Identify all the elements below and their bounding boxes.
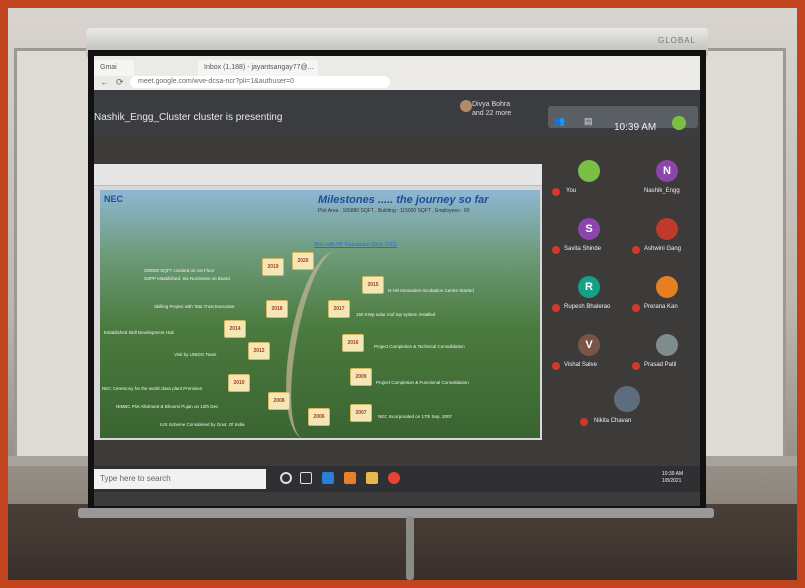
address-bar[interactable]: meet.google.com/wve-dcsa-ncr?pli=1&authu… — [130, 76, 390, 88]
milestone-text: IUS Scheme Considered by Govt. Of India — [160, 422, 245, 427]
screen-brand: GLOBAL — [657, 36, 696, 45]
user-avatar[interactable] — [672, 116, 686, 130]
participant-name: Prasad Patil — [644, 362, 677, 368]
milestone-text: NEC Ceremony for the world class plant P… — [102, 386, 203, 391]
chat-icon[interactable]: ▤ — [584, 116, 593, 127]
viewer-toolbar — [94, 164, 542, 186]
milestone-year: 2006 — [308, 408, 330, 426]
slide-link[interactable]: MoU with HP Foundation (Sept 2023) — [314, 242, 397, 248]
mic-off-icon — [632, 246, 640, 254]
clock-time: 10:39 AM — [662, 471, 684, 477]
participant-name: Rupesh Bhalerao — [564, 304, 611, 310]
participant-name: Ashwini Gang — [644, 246, 682, 252]
tab-inbox[interactable]: Inbox (1,188) - jayantsangay77@... — [198, 60, 318, 76]
shared-screen: NEC Milestones ..... the journey so far … — [94, 164, 542, 440]
projected-desktop: Gmai Inbox (1,188) - jayantsangay77@... … — [94, 56, 700, 506]
milestone-year: 2010 — [228, 374, 250, 392]
task-view-icon[interactable] — [300, 472, 312, 484]
participant-name: Prerana Kan — [644, 304, 678, 310]
milestone-text: Visit by UNIDO Team — [174, 352, 217, 357]
slide-title-left: Milestones ..... — [318, 194, 394, 206]
edge-icon[interactable] — [322, 472, 334, 484]
slide-subtitle: Plot Area : 165880 SQFT , Building : 115… — [318, 208, 470, 214]
milestone-year: 2014 — [224, 320, 246, 338]
milestone-year: 2020 — [292, 252, 314, 270]
milestone-text: 150 KWp solar roof top system installed — [356, 312, 436, 317]
participant-avatar — [656, 334, 678, 356]
presenting-banner: Nashik_Engg_Cluster cluster is presentin… — [94, 112, 283, 123]
participant-avatar — [656, 276, 678, 298]
vlc-icon[interactable] — [344, 472, 356, 484]
folder-icon[interactable] — [366, 472, 378, 484]
people-avatar — [460, 100, 472, 112]
cortana-icon[interactable] — [280, 472, 292, 484]
mic-off-icon — [552, 304, 560, 312]
mic-off-icon — [632, 362, 640, 370]
participant-name: Nashik_Engg — [644, 188, 680, 194]
participant-name: Nikita Chavan — [594, 418, 632, 424]
people-more: and 22 more — [472, 110, 512, 117]
participant-avatar: R — [578, 276, 600, 298]
mic-off-icon — [552, 362, 560, 370]
milestone-year: 2016 — [342, 334, 364, 352]
reload-icon[interactable]: ⟳ — [116, 77, 124, 88]
chrome-icon[interactable] — [388, 472, 400, 484]
mic-off-icon — [632, 304, 640, 312]
people-name: Divya Bohra — [472, 101, 511, 108]
milestone-text: SSPP established. Six Nominees on Board — [144, 276, 230, 281]
clock-date: 1/8/2021 — [662, 478, 682, 484]
milestone-text: NIMBC Plot Allotment & Bhoomi Pujan on 1… — [116, 404, 219, 409]
participant-avatar — [656, 218, 678, 240]
mic-off-icon — [552, 188, 560, 196]
projector-screen: Gmai Inbox (1,188) - jayantsangay77@... … — [88, 50, 706, 512]
screen-bottom-bar — [78, 508, 714, 518]
mic-off-icon — [580, 418, 588, 426]
screen-pull-cord — [406, 516, 414, 580]
participant-avatar: N — [656, 160, 678, 182]
slide-title-right: the journey so far — [396, 194, 489, 206]
browser-chrome: Gmai Inbox (1,188) - jayantsangay77@... … — [94, 56, 700, 90]
people-summary[interactable]: Divya Bohra and 22 more — [472, 100, 511, 118]
milestone-text: NEC Incorporated on 17th Sep. 2007 — [378, 414, 453, 419]
milestone-text: Project Completion & Functional Consolid… — [376, 380, 469, 385]
back-icon[interactable]: ← — [100, 77, 109, 87]
participant-name: Vishal Salve — [564, 362, 597, 368]
participant-avatar: V — [578, 334, 600, 356]
slide-title: Milestones ..... the journey so far — [318, 194, 489, 206]
slide: NEC Milestones ..... the journey so far … — [100, 190, 540, 438]
tab-gmail[interactable]: Gmai — [94, 60, 134, 76]
meet-time: 10:39 AM — [614, 122, 657, 133]
milestone-year: 2012 — [248, 342, 270, 360]
milestone-text: Skilling Project with Tata Trust Executi… — [154, 304, 235, 309]
photo: GLOBAL Gmai Inbox (1,188) - jayantsangay… — [8, 8, 797, 580]
milestone-year: 2018 — [266, 300, 288, 318]
milestone-text: 200000 SQFT cracked on 1st Floor — [144, 268, 215, 273]
milestone-text: Project Completion & Technical Consolida… — [374, 344, 465, 349]
nec-logo: NEC — [104, 194, 124, 204]
milestone-year: 2008 — [268, 392, 290, 410]
taskbar-search[interactable]: Type here to search — [94, 469, 266, 489]
windows-taskbar: Type here to search 10:39 AM 1/8/2021 — [94, 466, 700, 492]
participant-avatar — [578, 160, 600, 182]
participant-name: You — [566, 188, 577, 194]
participant-name: Savita Shinde — [564, 246, 602, 252]
milestone-year: 2015 — [362, 276, 384, 294]
people-icon[interactable]: 👥 — [554, 116, 565, 127]
milestone-year: 2009 — [350, 368, 372, 386]
milestone-year: 2019 — [262, 258, 284, 276]
milestone-year: 2017 — [328, 300, 350, 318]
taskbar-clock: 10:39 AM 1/8/2021 — [662, 471, 683, 485]
participant-avatar: S — [578, 218, 600, 240]
milestone-text: N-Vel Innovation-Incubation Centre Start… — [388, 288, 474, 293]
participant-avatar — [614, 386, 640, 412]
milestone-text: Established Skill Development Hub — [104, 330, 175, 335]
milestone-year: 2007 — [350, 404, 372, 422]
mic-off-icon — [552, 246, 560, 254]
